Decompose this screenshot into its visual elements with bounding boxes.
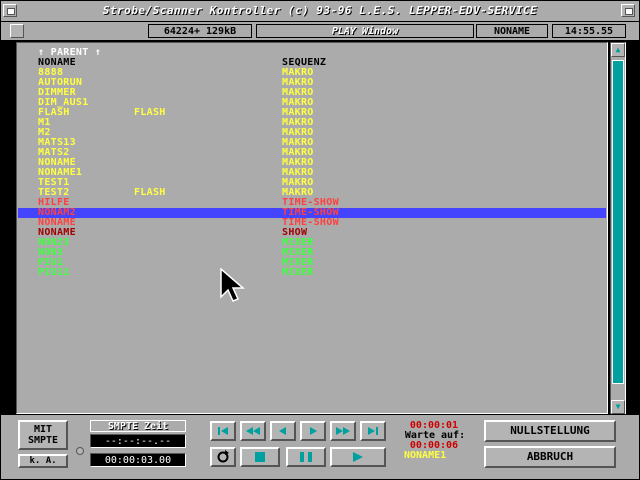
smpte-radio[interactable]	[76, 447, 84, 455]
list-item-type: MIXER	[282, 267, 314, 278]
fast-forward-button[interactable]	[330, 421, 356, 441]
loop-icon	[217, 450, 229, 463]
file-list-rows: ↑ PARENT ↑ NONAME SEQUENZ 8888 MAKRO AUTOR…	[16, 42, 608, 414]
wait-target-name: NONAME1	[404, 450, 447, 461]
step-forward-button[interactable]	[300, 421, 326, 441]
fast-rewind-icon	[246, 427, 260, 435]
step-back-icon	[279, 427, 286, 435]
current-name-display: NONAME	[476, 24, 548, 38]
list-item[interactable]: PIU11 MIXER	[18, 268, 606, 278]
abbruch-button[interactable]: ABBRUCH	[484, 446, 616, 468]
play-button[interactable]	[330, 447, 386, 467]
smpte-label: SMPTE Zeit	[90, 420, 186, 432]
loop-button[interactable]	[210, 447, 236, 467]
scroll-down-button[interactable]: ▼	[611, 400, 625, 414]
skip-end-icon	[368, 427, 378, 435]
stop-button[interactable]	[240, 447, 280, 467]
smpte-time-display: --:--:--.--	[90, 434, 186, 448]
memory-display: 64224+ 129kB	[148, 24, 252, 38]
window-title: Strobe/Scanner Kontroller (c) 93-96 L.E.…	[102, 4, 538, 17]
list-item-flag: FLASH	[134, 107, 166, 118]
list-item-name: PIU11	[38, 267, 70, 278]
menu-box-button[interactable]	[10, 24, 24, 38]
maximize-window-button[interactable]	[621, 4, 635, 17]
nullstellung-button[interactable]: NULLSTELLUNG	[484, 420, 616, 442]
mouse-pointer-icon	[220, 268, 246, 302]
list-item-flag: FLASH	[134, 187, 166, 198]
stop-icon	[255, 452, 265, 462]
pause-button[interactable]	[286, 447, 326, 467]
mit-smpte-button[interactable]: MIT SMPTE	[18, 420, 68, 450]
scroll-thumb[interactable]	[612, 60, 624, 384]
skip-end-button[interactable]	[360, 421, 386, 441]
ka-button[interactable]: k. A.	[18, 454, 68, 468]
play-icon	[353, 452, 363, 462]
mode-display: PLAY Window	[256, 24, 474, 38]
fast-rewind-button[interactable]	[240, 421, 266, 441]
skip-start-icon	[218, 427, 228, 435]
step-back-button[interactable]	[270, 421, 296, 441]
fast-forward-icon	[336, 427, 350, 435]
scroll-up-button[interactable]: ▲	[611, 43, 625, 57]
clock-display: 14:55.55	[552, 24, 626, 38]
step-forward-icon	[310, 427, 317, 435]
skip-start-button[interactable]	[210, 421, 236, 441]
smpte-time-field[interactable]: 00:00:03.00	[90, 453, 186, 467]
pause-icon	[300, 452, 312, 462]
list-item[interactable]: NONAME TIME-SHOW	[18, 218, 606, 228]
